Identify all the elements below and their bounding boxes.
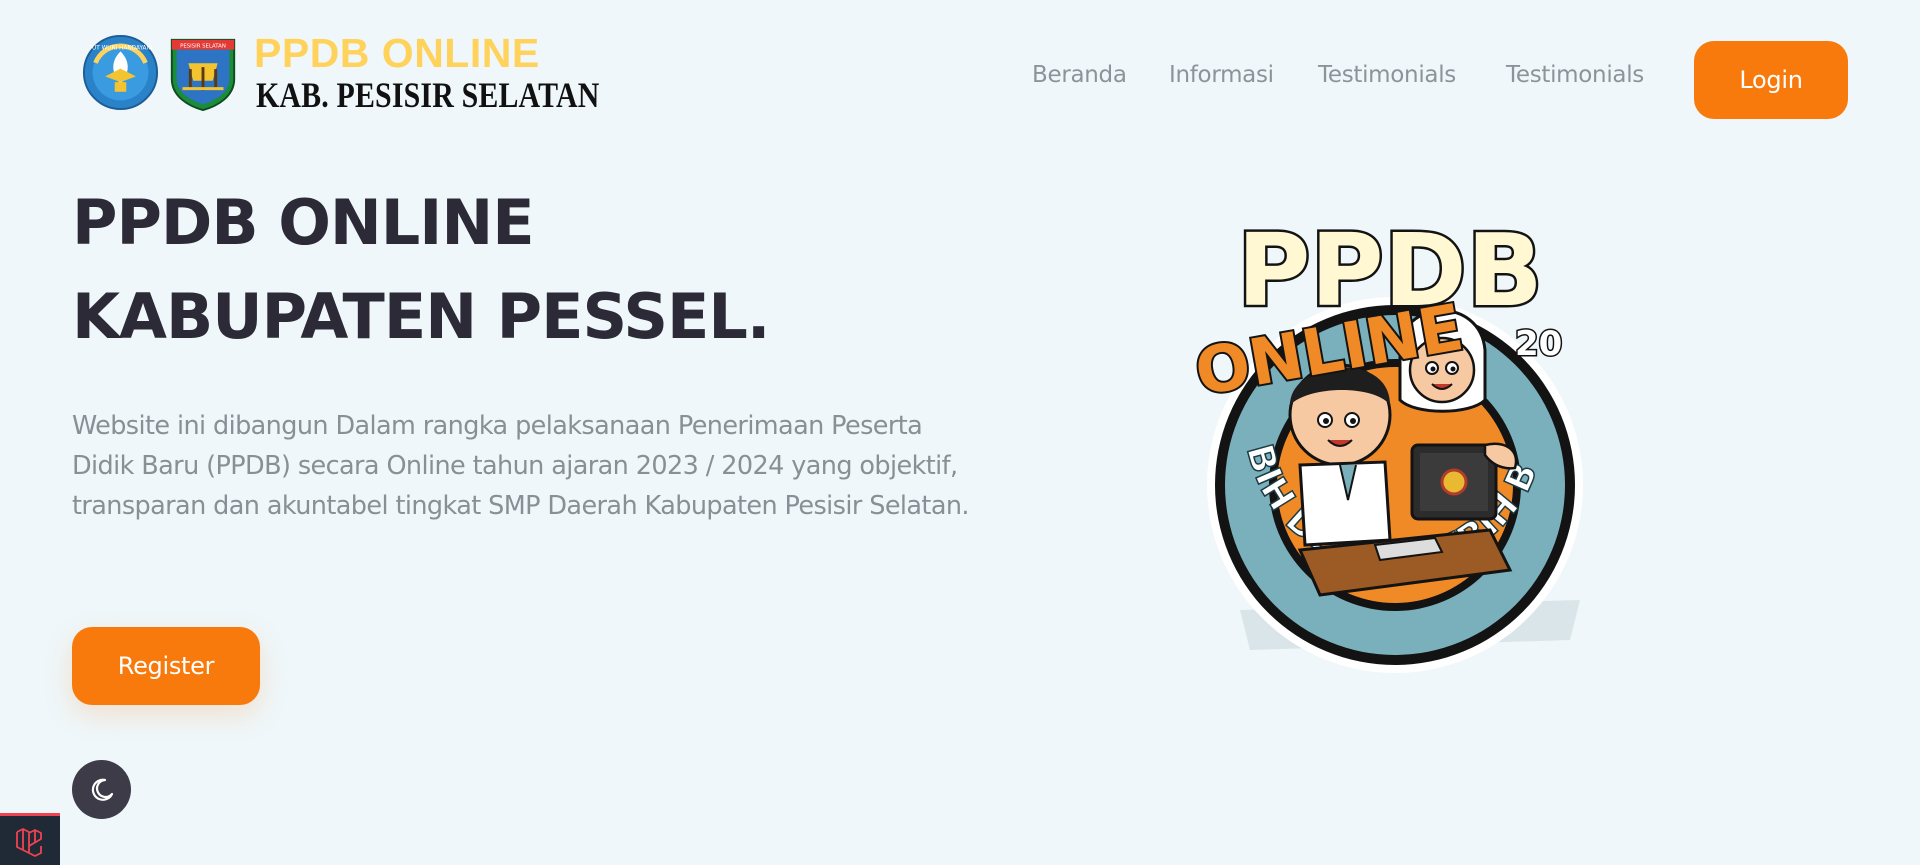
nav-item-beranda[interactable]: Beranda	[1032, 62, 1133, 88]
brand-subtitle: KAB. PESISIR SELATAN	[256, 75, 600, 115]
hero-title-line-2: KABUPATEN PESSEL.	[72, 280, 770, 353]
register-button[interactable]: Register	[72, 627, 260, 705]
debug-bar-badge[interactable]	[0, 813, 60, 865]
hero-title: PPDB ONLINE KABUPATEN PESSEL.	[72, 176, 770, 364]
hero-description: Website ini dibangun Dalam rangka pelaks…	[72, 411, 970, 521]
svg-text:TUT WURI HANDAYANI: TUT WURI HANDAYANI	[87, 45, 152, 51]
theme-toggle-button[interactable]	[72, 760, 131, 819]
svg-text:20: 20	[1515, 324, 1562, 364]
pesisir-selatan-emblem-icon: PESISIR SELATAN	[170, 38, 236, 112]
nav-item-testimonials[interactable]: Testimonials	[1318, 62, 1470, 88]
nav-item-testimonials-2[interactable]: Testimonials	[1506, 62, 1658, 88]
login-button[interactable]: Login	[1694, 41, 1848, 119]
nav-item-informasi[interactable]: Informasi	[1169, 62, 1282, 88]
laravel-icon	[16, 827, 42, 857]
moon-icon	[91, 778, 113, 801]
main-nav: Beranda Informasi Testimonials Testimoni…	[1032, 62, 1658, 88]
ppdb-online-illustration: LEBIH DEKAT, LEBIH BAIK PPDB ONLINE 20	[1180, 200, 1583, 673]
hero-title-line-1: PPDB ONLINE	[72, 186, 535, 259]
tut-wuri-handayani-emblem-icon: TUT WURI HANDAYANI	[82, 34, 159, 111]
svg-text:PESISIR SELATAN: PESISIR SELATAN	[180, 44, 226, 50]
brand-title: PPDB ONLINE	[254, 30, 540, 76]
brand-logo[interactable]: TUT WURI HANDAYANI PESISIR SELATAN PPDB …	[82, 30, 599, 116]
site-header: TUT WURI HANDAYANI PESISIR SELATAN PPDB …	[0, 0, 1920, 160]
